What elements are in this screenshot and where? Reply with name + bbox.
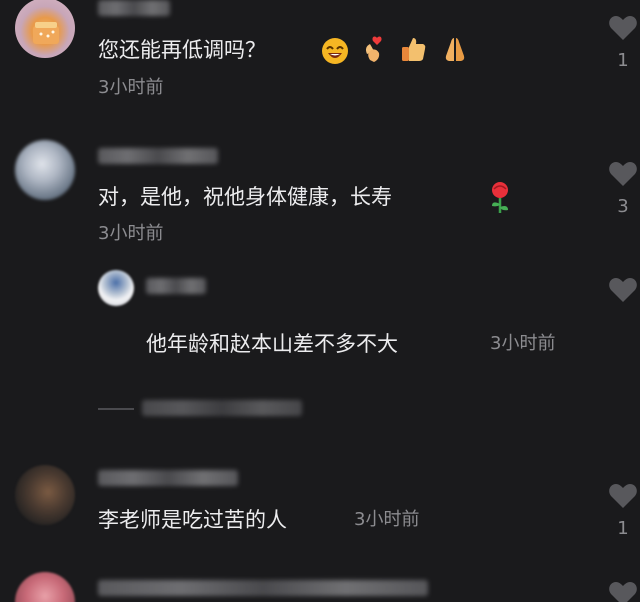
like-count: 1 [617,518,629,539]
expand-replies-divider [98,408,134,410]
like-heart-icon[interactable] [608,160,638,188]
grinning-face-icon [322,38,348,64]
cake-avatar-image [33,22,59,44]
username-blurred[interactable] [146,278,206,294]
like-heart-icon[interactable] [608,14,638,42]
comment-text: 您还能再低调吗？ [98,38,266,62]
rose-icon [492,182,508,213]
folded-hands-icon [445,38,465,61]
reply-text: 他年龄和赵本山差不多不大 [146,332,398,356]
like-heart-icon[interactable] [608,580,638,602]
reply-timestamp: 3小时前 [490,333,556,354]
expand-replies-link[interactable] [142,400,302,416]
finger-heart-icon [366,36,382,62]
comment-timestamp: 3小时前 [98,77,164,98]
comment-text: 对，是他，祝他身体健康，长寿 [98,185,392,209]
avatar[interactable] [15,0,75,58]
username-blurred[interactable] [98,470,238,486]
username-blurred[interactable] [98,148,218,164]
avatar[interactable] [15,572,75,602]
comment-text: 李老师是吃过苦的人 [98,508,287,532]
like-heart-icon[interactable] [608,482,638,510]
like-count: 3 [617,196,629,217]
comment-timestamp: 3小时前 [98,223,164,244]
username-blurred[interactable] [98,0,170,16]
thumbs-up-icon [402,38,426,61]
like-heart-icon[interactable] [608,276,638,304]
username-blurred[interactable] [98,580,428,596]
comment-timestamp: 3小时前 [354,509,420,530]
avatar[interactable] [15,465,75,525]
avatar[interactable] [15,140,75,200]
comment-list: 您还能再低调吗？ 3小时前 1 对，是他，祝他身体健康，长寿 3小时前 3 他年… [0,0,640,602]
like-count: 1 [617,50,629,71]
avatar[interactable] [98,270,134,306]
